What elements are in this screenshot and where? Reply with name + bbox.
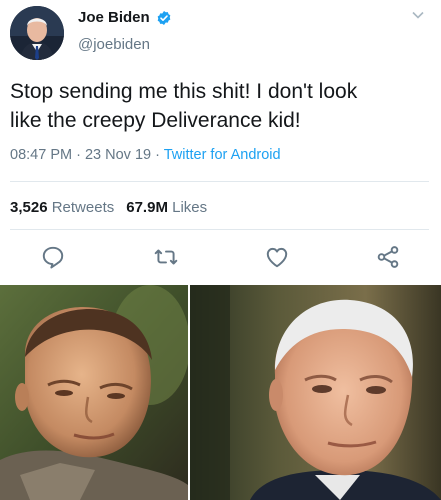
divider	[10, 229, 429, 230]
boy-portrait-image	[0, 285, 188, 500]
retweets-stat[interactable]: 3,526 Retweets	[10, 199, 114, 216]
retweets-label: Retweets	[51, 199, 115, 216]
share-icon[interactable]	[375, 244, 401, 270]
divider	[10, 181, 429, 182]
tweet-text: Stop sending me this shit! I don't look …	[10, 77, 435, 135]
retweet-icon[interactable]	[153, 244, 179, 270]
meme-photo-collage	[0, 285, 441, 500]
chevron-down-icon[interactable]	[411, 8, 425, 22]
right-portrait-photo	[190, 285, 441, 500]
man-portrait-image	[190, 285, 441, 500]
reply-icon[interactable]	[40, 244, 66, 270]
tweet-meta: 08:47 PM · 23 Nov 19 · Twitter for Andro…	[10, 147, 281, 163]
meta-separator: ·	[151, 147, 164, 163]
avatar-photo	[10, 6, 64, 60]
tweet-time: 08:47 PM	[10, 147, 73, 163]
verified-badge-icon	[157, 10, 171, 25]
tweet-actions	[0, 244, 441, 272]
tweet-text-line: Stop sending me this shit! I don't look	[10, 80, 358, 103]
likes-label: Likes	[172, 199, 208, 216]
tweet-stats: 3,526 Retweets 67.9M Likes	[10, 199, 207, 216]
author-row: Joe Biden	[78, 9, 172, 26]
tweet-source-link[interactable]: Twitter for Android	[164, 147, 281, 163]
tweet-date: 23 Nov 19	[84, 147, 152, 163]
tweet-text-line: like the creepy Deliverance kid!	[10, 109, 301, 132]
avatar[interactable]	[10, 6, 64, 60]
left-portrait-photo	[0, 285, 188, 500]
likes-count: 67.9M	[126, 199, 168, 216]
tweet-card: Joe Biden @joebiden Stop sending me this…	[0, 0, 441, 280]
retweets-count: 3,526	[10, 199, 48, 216]
display-name[interactable]: Joe Biden	[78, 9, 150, 26]
meta-separator: ·	[72, 147, 85, 163]
like-icon[interactable]	[264, 244, 290, 270]
likes-stat[interactable]: 67.9M Likes	[126, 199, 207, 216]
author-handle[interactable]: @joebiden	[78, 36, 150, 53]
